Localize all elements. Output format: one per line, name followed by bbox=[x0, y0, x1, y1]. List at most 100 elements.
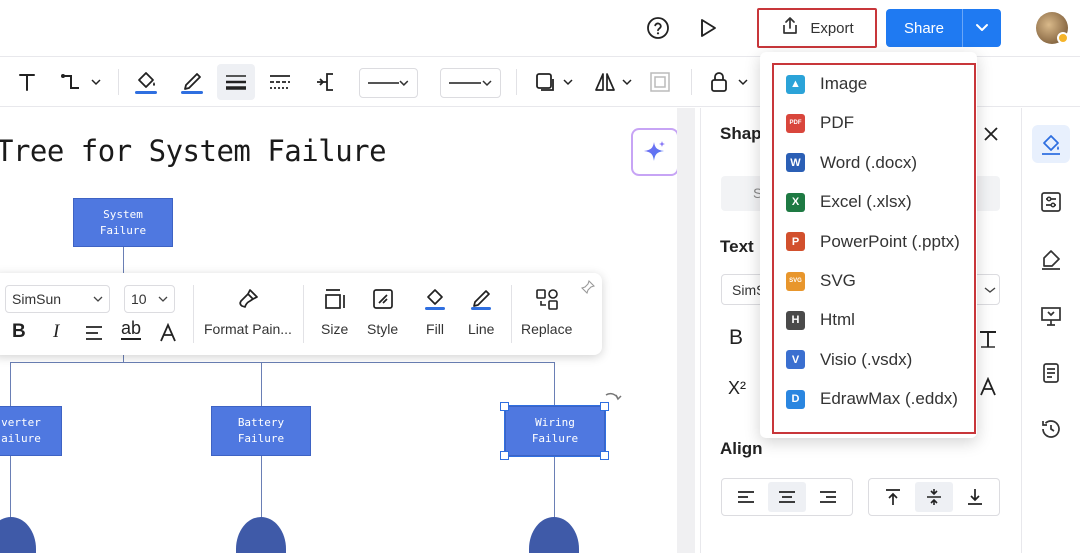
style-panel-icon[interactable] bbox=[1032, 125, 1070, 163]
export-menu-label: Word (.docx) bbox=[820, 152, 917, 172]
line-label: Line bbox=[468, 321, 495, 337]
share-button[interactable]: Share bbox=[886, 9, 1001, 47]
visio-icon: V bbox=[786, 350, 805, 370]
italic-button[interactable]: I bbox=[53, 321, 59, 343]
align-right-icon[interactable] bbox=[809, 482, 847, 512]
resize-handle[interactable] bbox=[600, 451, 609, 460]
node-system-failure[interactable]: System Failure bbox=[73, 198, 173, 247]
export-menu-item[interactable]: H Html bbox=[786, 305, 855, 335]
fill-button[interactable]: Fill bbox=[423, 287, 447, 337]
close-icon[interactable] bbox=[979, 122, 1003, 146]
replace-icon bbox=[535, 289, 558, 310]
style-button[interactable]: Style bbox=[367, 287, 398, 337]
export-menu-item[interactable]: PDF PDF bbox=[786, 108, 854, 138]
export-menu-label: PowerPoint (.pptx) bbox=[820, 231, 960, 251]
pin-icon[interactable] bbox=[580, 279, 596, 295]
settings-panel-icon[interactable] bbox=[1032, 183, 1070, 221]
badge-icon bbox=[1057, 32, 1069, 44]
underline-button[interactable]: ab bbox=[121, 318, 142, 340]
export-button[interactable]: Export bbox=[757, 8, 877, 48]
export-menu-label: Image bbox=[820, 74, 868, 93]
text-format-icon[interactable] bbox=[975, 326, 1001, 352]
group-icon[interactable] bbox=[647, 69, 673, 95]
html-icon: H bbox=[786, 310, 805, 330]
replace-button[interactable]: Replace bbox=[521, 287, 572, 337]
size-button[interactable]: Size bbox=[321, 287, 348, 337]
font-size-select[interactable]: 10 bbox=[124, 285, 175, 313]
export-menu-label: EdrawMax (.eddx) bbox=[820, 389, 958, 409]
powerpoint-icon: P bbox=[786, 232, 805, 252]
help-icon[interactable] bbox=[644, 14, 672, 42]
presentation-panel-icon[interactable] bbox=[1032, 297, 1070, 335]
connector-icon[interactable] bbox=[58, 69, 104, 95]
align-center-icon[interactable] bbox=[767, 482, 806, 512]
export-menu-item[interactable]: W Word (.docx) bbox=[786, 148, 917, 178]
line-style-select[interactable] bbox=[359, 68, 418, 98]
lock-icon[interactable] bbox=[707, 69, 751, 95]
export-menu-label: Visio (.vsdx) bbox=[820, 349, 913, 369]
arrow-style-select[interactable] bbox=[440, 68, 501, 98]
format-painter-button[interactable]: Format Pain... bbox=[204, 287, 292, 337]
export-menu-label: Html bbox=[820, 310, 855, 330]
superscript-button[interactable]: X² bbox=[728, 378, 746, 399]
text-icon[interactable] bbox=[14, 69, 40, 95]
vertical-scrollbar[interactable] bbox=[677, 108, 695, 553]
line-dash-icon[interactable] bbox=[266, 69, 294, 95]
branch-icon[interactable] bbox=[311, 69, 339, 95]
format-painter-label: Format Pain... bbox=[204, 321, 292, 337]
diagram-title[interactable]: Tree for System Failure bbox=[0, 134, 387, 168]
export-menu-item[interactable]: V Visio (.vsdx) bbox=[786, 345, 912, 375]
align-bottom-icon[interactable] bbox=[956, 482, 994, 512]
export-menu-item[interactable]: ▲ Image bbox=[786, 69, 867, 99]
horizontal-align-group bbox=[721, 478, 853, 516]
export-menu-item[interactable]: SVG SVG bbox=[786, 266, 856, 296]
resize-handle[interactable] bbox=[500, 451, 509, 460]
export-menu-label: PDF bbox=[820, 113, 854, 133]
export-icon bbox=[780, 16, 800, 40]
size-icon bbox=[324, 289, 345, 309]
floating-format-bar: SimSun 10 B I ab Format Pain... Size Sty… bbox=[0, 273, 602, 355]
image-icon: ▲ bbox=[786, 74, 805, 94]
font-color-icon[interactable] bbox=[156, 321, 180, 345]
resize-handle[interactable] bbox=[500, 402, 509, 411]
page-panel-icon[interactable] bbox=[1032, 354, 1070, 392]
style-icon bbox=[372, 289, 393, 309]
node-inverter-failure[interactable]: verter ailure bbox=[0, 406, 62, 456]
or-gate-shape[interactable] bbox=[0, 517, 36, 553]
or-gate-shape[interactable] bbox=[236, 517, 286, 553]
ai-assistant-button[interactable] bbox=[631, 128, 679, 176]
node-wiring-failure[interactable]: Wiring Failure bbox=[504, 405, 606, 457]
format-painter-icon bbox=[239, 289, 258, 308]
node-battery-failure[interactable]: Battery Failure bbox=[211, 406, 311, 456]
theme-panel-icon[interactable] bbox=[1032, 241, 1070, 279]
rotate-icon[interactable] bbox=[601, 388, 623, 410]
share-label[interactable]: Share bbox=[886, 9, 963, 47]
export-menu-item[interactable]: P PowerPoint (.pptx) bbox=[786, 227, 960, 257]
text-align-icon[interactable] bbox=[82, 321, 106, 345]
align-left-icon[interactable] bbox=[727, 482, 765, 512]
bold-button[interactable]: B bbox=[729, 326, 743, 350]
play-icon[interactable] bbox=[694, 14, 722, 42]
edrawmax-icon: D bbox=[786, 389, 805, 409]
font-family-select[interactable]: SimSun bbox=[5, 285, 110, 313]
shadow-icon[interactable] bbox=[532, 69, 576, 95]
export-menu-item[interactable]: X Excel (.xlsx) bbox=[786, 187, 912, 217]
line-button[interactable]: Line bbox=[468, 287, 494, 337]
flip-icon[interactable] bbox=[592, 69, 634, 95]
align-top-icon[interactable] bbox=[874, 482, 912, 512]
font-color-icon[interactable] bbox=[975, 374, 1001, 400]
panel-title: Shap bbox=[720, 124, 762, 143]
pen-icon[interactable] bbox=[178, 67, 206, 97]
bold-button[interactable]: B bbox=[12, 321, 26, 343]
line-weight-icon[interactable] bbox=[217, 64, 255, 100]
or-gate-shape[interactable] bbox=[529, 517, 579, 553]
align-middle-icon[interactable] bbox=[914, 482, 953, 512]
history-panel-icon[interactable] bbox=[1032, 410, 1070, 448]
fill-icon bbox=[425, 289, 445, 310]
text-section-label: Text bbox=[720, 237, 754, 256]
chevron-down-icon bbox=[399, 80, 409, 86]
fill-bucket-icon[interactable] bbox=[132, 67, 160, 97]
export-menu-item[interactable]: D EdrawMax (.eddx) bbox=[786, 384, 958, 414]
chevron-down-icon bbox=[482, 80, 492, 87]
chevron-down-icon[interactable] bbox=[963, 9, 1001, 47]
